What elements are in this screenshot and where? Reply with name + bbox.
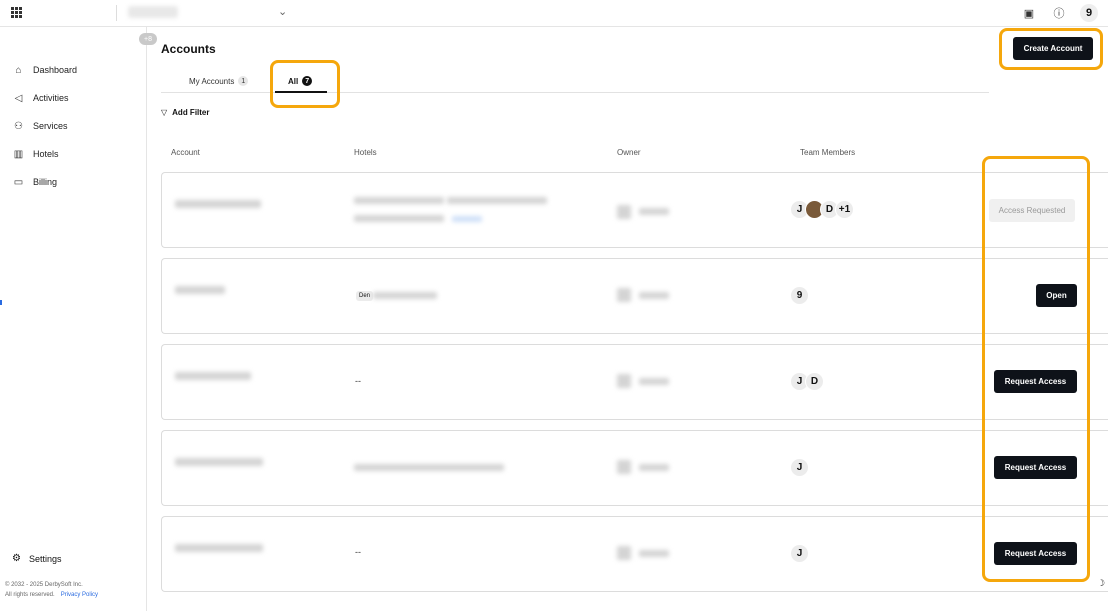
divider (116, 5, 117, 21)
request-access-button[interactable]: Request Access (994, 370, 1077, 393)
sidebar-item-label: Hotels (33, 149, 59, 159)
workspace-selector[interactable] (128, 6, 178, 18)
sidebar-collapse-badge[interactable]: +8 (139, 33, 157, 45)
team-avatar: D (805, 372, 824, 391)
table-row[interactable] (161, 172, 988, 248)
account-name (175, 544, 263, 552)
tab-my-accounts[interactable]: My Accounts 1 (189, 76, 249, 86)
team-more-count: +1 (835, 200, 854, 219)
account-name (175, 286, 225, 294)
column-header-owner[interactable]: Owner (617, 148, 641, 157)
team-avatar: 9 (790, 286, 809, 305)
top-bar: ⌄ ▣ ⓘ 9 (0, 0, 1108, 27)
request-access-button[interactable]: Request Access (994, 542, 1077, 565)
hotel-chip: Den (356, 291, 374, 301)
sidebar-item-label: Services (33, 121, 68, 131)
privacy-policy-link[interactable]: Privacy Policy (61, 592, 98, 598)
owner-name (639, 464, 669, 471)
megaphone-icon: ◁ (14, 92, 23, 104)
column-header-team-members[interactable]: Team Members (800, 148, 855, 157)
table-row[interactable] (161, 516, 988, 592)
tab-count-badge: 1 (238, 76, 249, 86)
dashboard-icon: ⌂ (15, 64, 22, 76)
team-members: J (790, 458, 809, 477)
team-avatar: J (790, 458, 809, 477)
hotels-empty: -- (355, 547, 361, 557)
footer-copyright: © 2032 - 2025 DerbySoft Inc. All rights … (5, 580, 98, 600)
user-avatar[interactable]: 9 (1080, 4, 1098, 22)
settings-label: Settings (28, 553, 62, 564)
add-filter-button[interactable]: ▽ Add Filter (161, 108, 210, 117)
sidebar-item-activities[interactable]: ◁ Activities (12, 84, 77, 112)
table-row[interactable] (161, 430, 988, 506)
column-header-account[interactable]: Account (171, 148, 200, 157)
hotels-empty: -- (355, 376, 361, 386)
owner-avatar (617, 374, 631, 388)
rights-text: All rights reserved. (5, 592, 55, 598)
column-header-hotels[interactable]: Hotels (354, 148, 377, 157)
hotel-name (447, 197, 547, 204)
active-tab-underline (275, 91, 327, 93)
team-members: J D +1 (790, 200, 854, 219)
hotel-name (373, 292, 437, 299)
gear-icon: ⚙ (12, 553, 21, 564)
tab-count-badge: 7 (302, 76, 313, 86)
sidebar-item-label: Billing (33, 177, 58, 187)
scroll-indicator (0, 300, 2, 305)
theme-toggle-icon[interactable]: ☽ (1097, 578, 1105, 589)
open-button[interactable]: Open (1036, 284, 1077, 307)
help-icon[interactable]: ⓘ (1050, 4, 1068, 22)
hotel-name (354, 197, 444, 204)
sidebar-item-services[interactable]: ⚇ Services (12, 112, 77, 140)
chevron-down-icon[interactable]: ⌄ (278, 5, 287, 18)
table-row[interactable] (161, 258, 988, 334)
team-members: J (790, 544, 809, 563)
more-hotels-link[interactable] (452, 216, 482, 222)
team-members: J D (790, 372, 824, 391)
owner-name (639, 208, 669, 215)
tab-label: All (288, 76, 299, 86)
rights-line: All rights reserved. Privacy Policy (5, 590, 98, 600)
filter-icon: ▽ (161, 108, 168, 117)
request-access-button[interactable]: Request Access (994, 456, 1077, 479)
copyright-text: © 2032 - 2025 DerbySoft Inc. (5, 582, 83, 588)
sidebar-item-settings[interactable]: ⚙ Settings (12, 553, 62, 564)
account-name (175, 458, 263, 466)
sidebar-nav: ⌂ Dashboard ◁ Activities ⚇ Services ▥ Ho… (12, 56, 77, 196)
sidebar-item-label: Dashboard (33, 65, 78, 75)
owner-avatar (617, 205, 631, 219)
sidebar-item-hotels[interactable]: ▥ Hotels (12, 140, 77, 168)
sidebar: ⌂ Dashboard ◁ Activities ⚇ Services ▥ Ho… (0, 27, 147, 611)
page-title: Accounts (161, 42, 216, 56)
create-account-button[interactable]: Create Account (1013, 37, 1093, 60)
tab-bar: My Accounts 1 All 7 (161, 67, 989, 93)
hotel-name (354, 215, 444, 222)
team-avatar: J (790, 544, 809, 563)
owner-name (639, 550, 669, 557)
services-icon: ⚇ (14, 120, 23, 132)
owner-avatar (617, 288, 631, 302)
account-name (175, 200, 261, 208)
team-members: 9 (790, 286, 809, 305)
card-icon: ▭ (13, 176, 24, 188)
add-filter-label: Add Filter (172, 108, 210, 117)
sidebar-item-billing[interactable]: ▭ Billing (12, 168, 77, 196)
tab-label: My Accounts (189, 76, 235, 86)
table-row[interactable] (161, 344, 988, 420)
access-requested-button[interactable]: Access Requested (989, 199, 1075, 222)
sidebar-item-dashboard[interactable]: ⌂ Dashboard (12, 56, 77, 84)
tab-all[interactable]: All 7 (288, 76, 313, 86)
top-right-actions: ▣ ⓘ 9 (1020, 4, 1098, 22)
owner-avatar (617, 546, 631, 560)
sidebar-item-label: Activities (33, 93, 69, 103)
owner-avatar (617, 460, 631, 474)
owner-name (639, 378, 669, 385)
account-name (175, 372, 251, 380)
main-content: Accounts Create Account My Accounts 1 Al… (147, 27, 1108, 611)
apps-grid-icon[interactable] (11, 7, 22, 18)
owner-name (639, 292, 669, 299)
chart-icon[interactable]: ▣ (1020, 4, 1038, 22)
building-icon: ▥ (13, 148, 24, 160)
hotel-name (354, 464, 504, 471)
